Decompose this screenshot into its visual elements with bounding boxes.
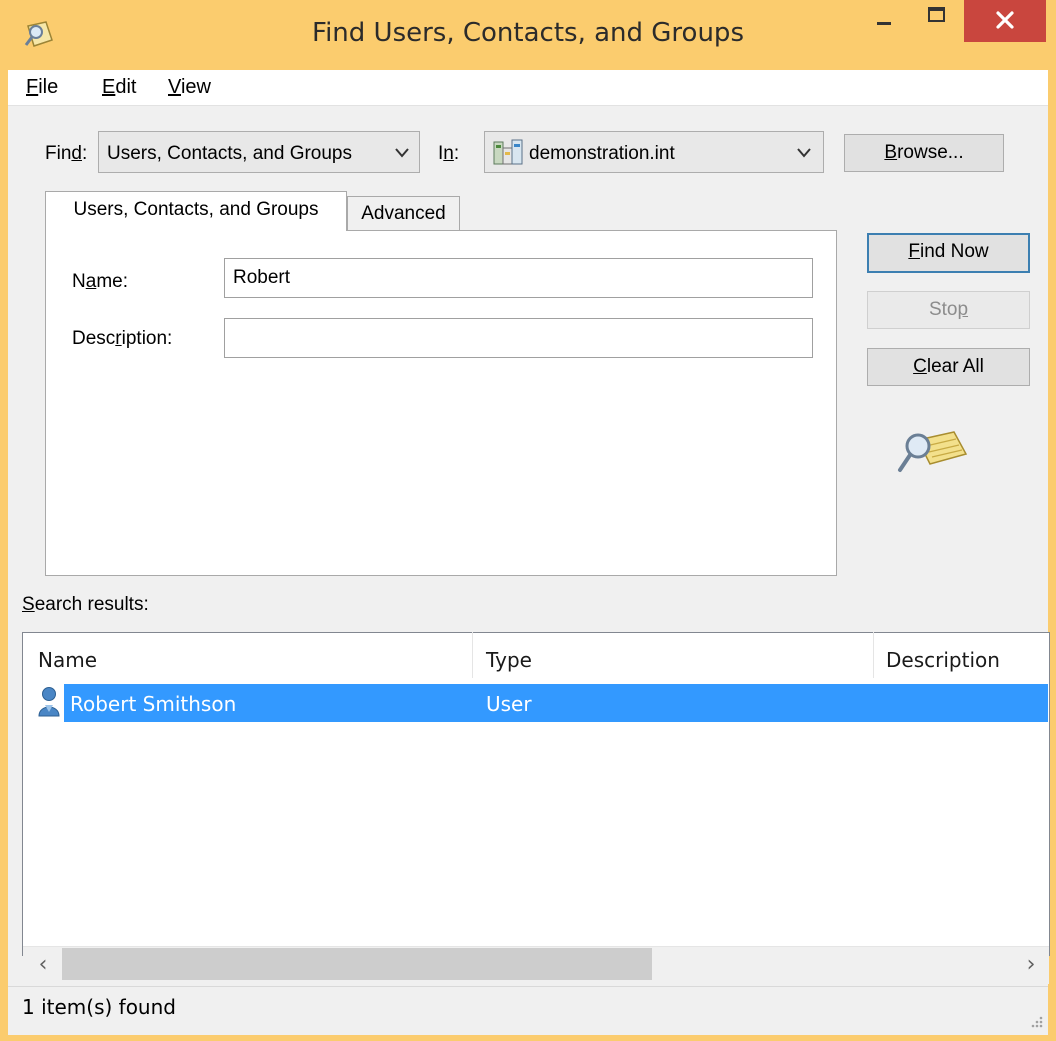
name-input[interactable]: Robert [224,258,813,298]
find-object-type-value: Users, Contacts, and Groups [107,143,352,164]
maximize-button[interactable] [910,0,962,40]
scope-value: demonstration.int [529,143,675,164]
column-header-name[interactable]: Name [38,648,97,672]
menu-edit[interactable]: Edit [102,76,136,99]
stop-button[interactable]: Stop [867,291,1030,329]
status-text: 1 item(s) found [22,995,176,1019]
close-button[interactable] [964,0,1046,42]
find-object-type-dropdown[interactable]: Users, Contacts, and Groups [98,131,420,173]
find-label: Find: [45,143,88,164]
menu-file-label: ile [38,76,59,98]
horizontal-scrollbar-thumb[interactable] [62,948,652,980]
menu-edit-hotkey: E [102,76,116,98]
description-input[interactable] [224,318,813,358]
search-results-label: Search results: [22,594,149,615]
scope-dropdown[interactable]: demonstration.int [484,131,824,173]
tab-users-contacts-groups[interactable]: Users, Contacts, and Groups [45,191,347,231]
browse-button[interactable]: Browse... [844,134,1004,172]
chevron-down-icon [797,148,811,158]
minimize-icon [877,22,891,25]
result-type: User [486,692,532,716]
user-icon [38,687,60,717]
menu-file[interactable]: File [26,76,58,99]
minimize-button[interactable] [860,0,908,40]
result-name: Robert Smithson [70,692,237,716]
chevron-down-icon [395,148,409,158]
resize-grip-icon[interactable] [1028,1014,1044,1030]
scroll-right-arrow-icon[interactable]: › [1016,950,1046,980]
menu-view-hotkey: V [168,76,181,98]
column-separator[interactable] [873,632,874,678]
in-label: In: [438,143,460,164]
find-now-button[interactable]: Find Now [867,233,1030,273]
close-icon [996,11,1014,29]
scroll-left-arrow-icon[interactable]: ‹ [28,950,58,980]
column-separator[interactable] [472,632,473,678]
menu-file-hotkey: F [26,76,39,98]
column-header-type[interactable]: Type [486,648,532,672]
name-label: Name: [72,271,128,292]
menu-view-label: iew [180,76,211,98]
clear-all-button[interactable]: Clear All [867,348,1030,386]
menu-bar [8,70,1048,106]
tab-advanced[interactable]: Advanced [347,196,460,230]
maximize-icon [928,7,945,22]
search-results-list[interactable] [22,632,1050,956]
menu-edit-label: dit [115,76,137,98]
domain-icon [493,139,523,165]
description-label: Description: [72,328,173,349]
menu-view[interactable]: View [168,76,211,99]
column-header-description[interactable]: Description [886,648,1000,672]
magnifier-directory-icon [898,431,968,472]
